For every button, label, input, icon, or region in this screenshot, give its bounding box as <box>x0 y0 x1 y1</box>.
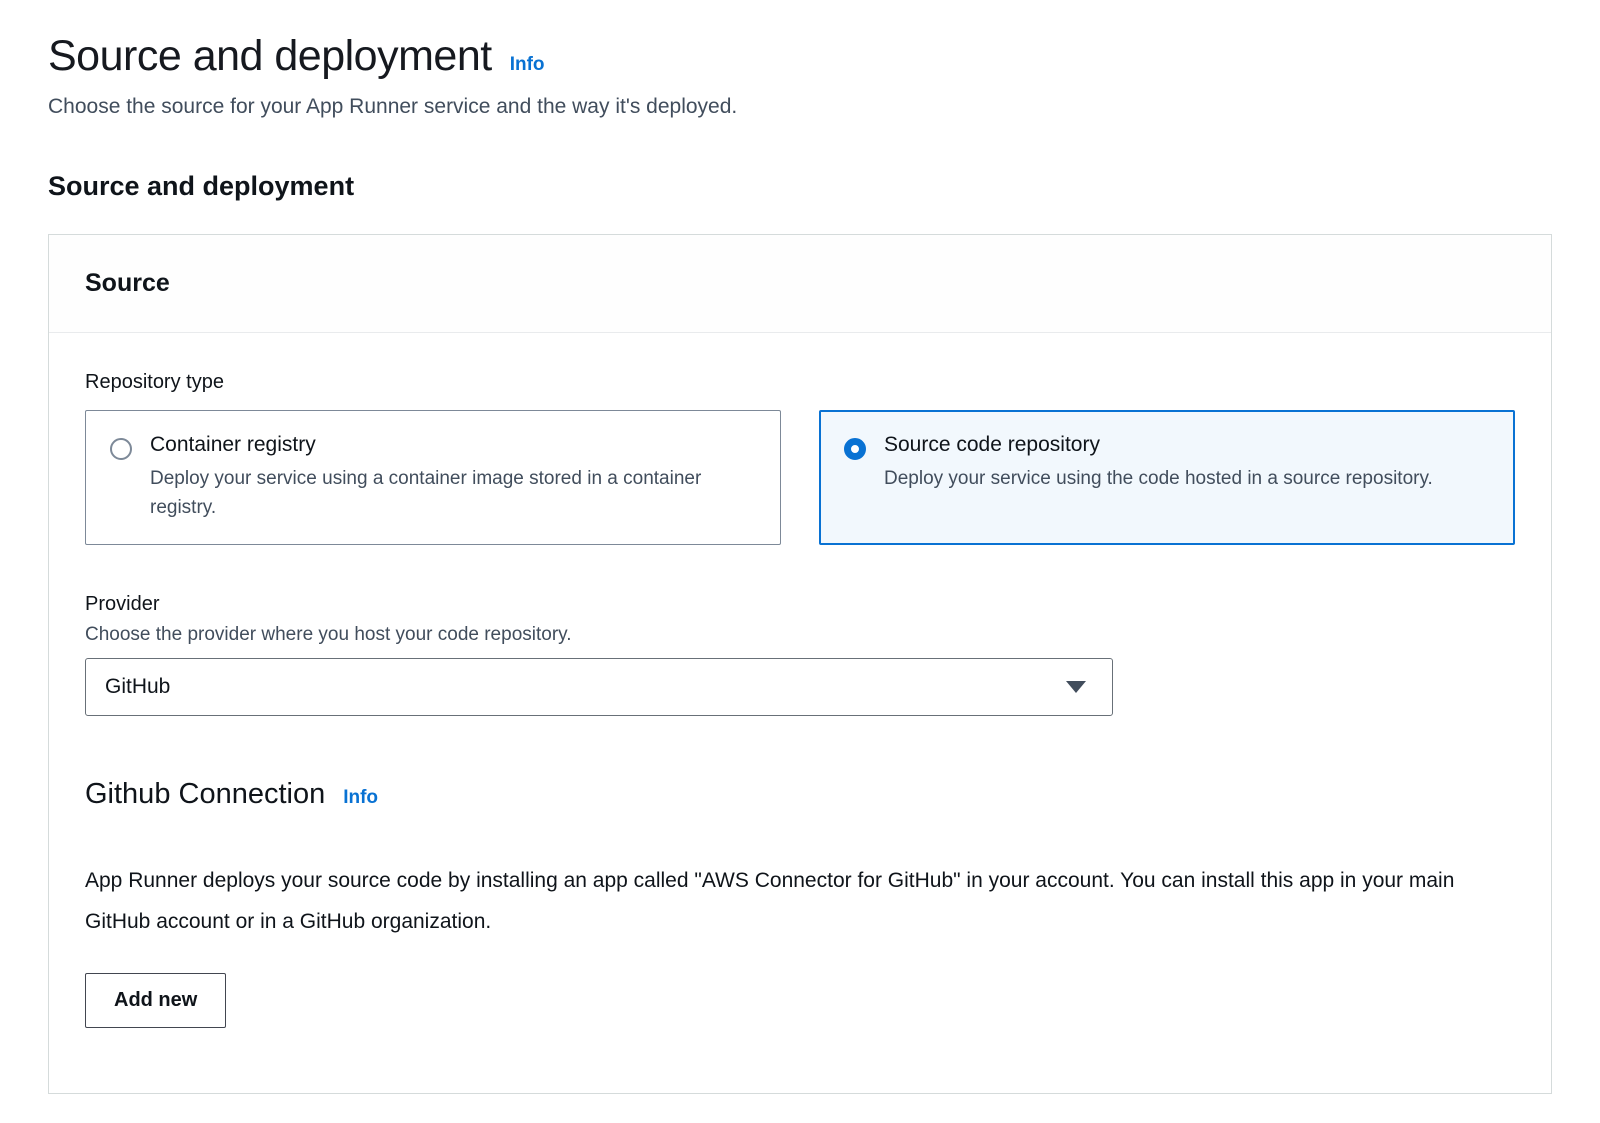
section-heading: Source and deployment <box>48 171 1552 202</box>
source-card-header: Source <box>49 235 1551 333</box>
chevron-down-icon <box>1066 681 1086 693</box>
github-connection-header: Github Connection Info <box>85 778 1515 811</box>
github-connection-info-link[interactable]: Info <box>343 787 378 809</box>
github-connection-description: App Runner deploys your source code by i… <box>85 861 1485 943</box>
tile-source-code-repository-label: Source code repository <box>884 433 1433 457</box>
repository-type-label: Repository type <box>85 371 1515 394</box>
tile-container-registry-text: Container registry Deploy your service u… <box>150 433 710 522</box>
provider-description: Choose the provider where you host your … <box>85 624 1515 646</box>
radio-selected-icon[interactable] <box>844 438 866 460</box>
tile-source-code-repository-description: Deploy your service using the code hoste… <box>884 465 1433 494</box>
add-new-button[interactable]: Add new <box>85 973 226 1028</box>
tile-container-registry[interactable]: Container registry Deploy your service u… <box>85 410 781 545</box>
tile-source-code-repository[interactable]: Source code repository Deploy your servi… <box>819 410 1515 545</box>
tile-container-registry-description: Deploy your service using a container im… <box>150 465 710 522</box>
provider-select-value: GitHub <box>105 675 170 699</box>
tile-container-registry-label: Container registry <box>150 433 710 457</box>
page: Source and deployment Info Choose the so… <box>0 0 1600 1094</box>
page-subtitle: Choose the source for your App Runner se… <box>48 95 1552 119</box>
source-card-body: Repository type Container registry Deplo… <box>49 333 1551 1068</box>
source-card: Source Repository type Container registr… <box>48 234 1552 1094</box>
radio-unselected-icon[interactable] <box>110 438 132 460</box>
provider-field: Provider Choose the provider where you h… <box>85 593 1515 716</box>
github-connection-heading: Github Connection <box>85 778 325 811</box>
repository-type-field: Repository type Container registry Deplo… <box>85 371 1515 545</box>
tile-source-code-repository-text: Source code repository Deploy your servi… <box>884 433 1433 522</box>
provider-label: Provider <box>85 593 1515 616</box>
source-card-title: Source <box>85 269 1515 298</box>
page-header: Source and deployment Info <box>48 32 1552 81</box>
page-title-info-link[interactable]: Info <box>510 54 545 76</box>
repository-type-tiles: Container registry Deploy your service u… <box>85 410 1515 545</box>
provider-select[interactable]: GitHub <box>85 658 1113 716</box>
page-title: Source and deployment <box>48 32 492 81</box>
